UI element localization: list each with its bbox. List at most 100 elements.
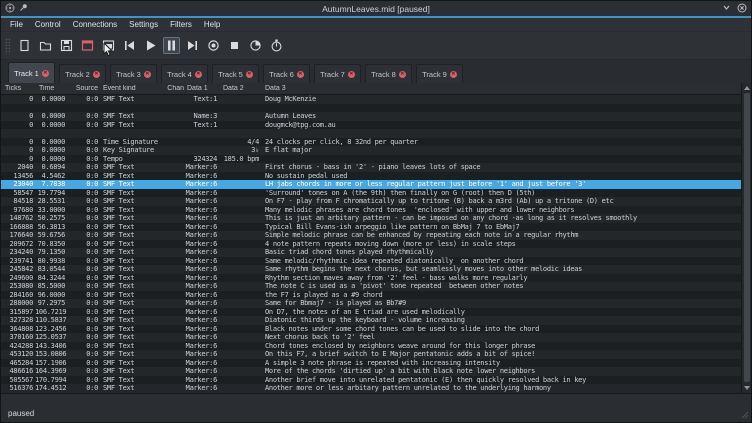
new-file-button[interactable] [16, 37, 33, 54]
tab-close-icon[interactable]: ✕ [195, 71, 202, 78]
menu-item-filters[interactable]: Filters [164, 20, 198, 29]
table-row[interactable]: 00.00000:0SMF TextText:1dougmck@tpg.com.… [1, 121, 751, 130]
table-row[interactable]: 28416096.00000:0SMF TextMarker:6the F7 i… [1, 291, 751, 300]
pin-icon[interactable] [19, 3, 28, 14]
play-button[interactable] [142, 37, 159, 54]
stop-button[interactable] [226, 37, 243, 54]
tab-track-6[interactable]: Track 6✕ [263, 64, 310, 83]
table-row[interactable]: 230407.78380:0SMF TextMarker:6LH jabs ch… [1, 180, 751, 189]
cell-time: 143.3406 [35, 342, 69, 351]
toolbar-drag-handle[interactable] [5, 38, 10, 54]
table-row[interactable]: 24584283.05440:0SMF TextMarker:6Same rhy… [1, 265, 751, 274]
table-row[interactable]: 9768033.00000:0SMF TextMarker:6Many melo… [1, 206, 751, 215]
table-row[interactable] [1, 104, 751, 113]
table-row[interactable]: 20967270.83500:0SMF TextMarker:64 note p… [1, 240, 751, 249]
table-row[interactable]: 00.00000:0SMF TextName:3Autumn Leaves [1, 112, 751, 121]
table-row[interactable]: 14876250.25750:0SMF TextMarker:6This is … [1, 214, 751, 223]
tab-track-8[interactable]: Track 8✕ [365, 64, 412, 83]
table-row[interactable]: 00.00000:0Tempo324324185.0 bpm [1, 155, 751, 164]
skip-forward-button[interactable] [184, 37, 201, 54]
tab-track-1[interactable]: Track 1✕ [8, 62, 55, 83]
menu-item-help[interactable]: Help [198, 20, 226, 29]
col-header-data3[interactable]: Data 3 [259, 85, 741, 92]
tab-track-9[interactable]: Track 9✕ [416, 64, 463, 83]
table-row[interactable]: 516376174.45120:0SMF TextMarker:6Another… [1, 384, 751, 393]
col-header-event-kind[interactable]: Event kind [98, 85, 164, 92]
tab-close-icon[interactable]: ✕ [246, 71, 253, 78]
table-row[interactable]: 315897106.72190:0SMF TextMarker:6On D7, … [1, 308, 751, 317]
tab-track-4[interactable]: Track 4✕ [161, 64, 208, 83]
table-row[interactable]: 23424079.13500:0SMF TextMarker:6Basic tr… [1, 248, 751, 257]
table-row[interactable]: 25308085.50000:0SMF TextMarker:6The note… [1, 282, 751, 291]
table-row[interactable]: 16688856.38130:0SMF TextMarker:6Typical … [1, 223, 751, 232]
table-row[interactable]: 20400.68940:0SMF TextMarker:6First choru… [1, 163, 751, 172]
table-row[interactable]: 23974180.99380:0SMF TextMarker:6Same mel… [1, 257, 751, 266]
menu-item-settings[interactable]: Settings [123, 20, 164, 29]
scrollbar-thumb[interactable] [744, 93, 750, 382]
menu-item-connections[interactable]: Connections [67, 20, 123, 29]
table-row[interactable]: 134564.54620:0SMF TextMarker:6No sustain… [1, 172, 751, 181]
tab-close-icon[interactable]: ✕ [297, 71, 304, 78]
player-window-button[interactable] [100, 37, 117, 54]
table-row[interactable]: 17664059.67560:0SMF TextMarker:6Simple m… [1, 231, 751, 240]
stop-icon [228, 39, 241, 52]
table-row[interactable] [1, 129, 751, 138]
table-row[interactable]: 424288143.34060:0SMF TextMarker:6Chord t… [1, 342, 751, 351]
window-title: AutumnLeaves.mid [paused] [125, 4, 627, 14]
stopwatch-button[interactable] [268, 37, 285, 54]
menu-item-control[interactable]: Control [29, 20, 67, 29]
tab-close-icon[interactable]: ✕ [93, 71, 100, 78]
tab-close-icon[interactable]: ✕ [450, 71, 457, 78]
cell-data3: Same rhythm begins the next chorus, but … [259, 265, 741, 274]
col-header-data1[interactable]: Data 1 [184, 85, 217, 92]
col-header-time[interactable]: Time [35, 85, 69, 92]
scroll-down-icon[interactable] [742, 384, 751, 393]
close-icon[interactable] [737, 3, 747, 15]
shade-icon[interactable] [722, 3, 731, 14]
tab-track-2[interactable]: Track 2✕ [59, 64, 106, 83]
table-row[interactable]: 364808123.24560:0SMF TextMarker:6Black n… [1, 325, 751, 334]
monitor-window-button[interactable] [79, 37, 96, 54]
title-bar[interactable]: AutumnLeaves.mid [paused] [1, 1, 751, 16]
open-file-button[interactable] [37, 37, 54, 54]
skip-backward-button[interactable] [121, 37, 138, 54]
col-header-data2[interactable]: Data 2 [217, 85, 259, 92]
table-row[interactable]: 00.00000:0SMF TextText:1Doug McKenzie [1, 95, 751, 104]
tab-close-icon[interactable]: ✕ [42, 70, 49, 77]
col-header-ticks[interactable]: Ticks [1, 85, 35, 92]
menu-item-file[interactable]: File [4, 20, 29, 29]
tab-track-7[interactable]: Track 7✕ [314, 64, 361, 83]
cell-data3: On this F7, a brief switch to E Major pe… [259, 350, 741, 359]
tab-close-icon[interactable]: ✕ [348, 71, 355, 78]
tab-close-icon[interactable]: ✕ [399, 71, 406, 78]
clock-button[interactable] [247, 37, 264, 54]
cell-data3: Same for Bbmaj7 - is played as Bb7#9 [259, 299, 741, 308]
vertical-scrollbar[interactable] [741, 83, 751, 393]
tab-track-5[interactable]: Track 5✕ [212, 64, 259, 83]
cell-ticks: 327328 [1, 316, 35, 325]
col-header-source[interactable]: Source [69, 85, 98, 92]
pause-button[interactable] [163, 37, 180, 54]
resize-grip[interactable] [741, 411, 749, 421]
record-button[interactable] [205, 37, 222, 54]
save-file-button[interactable] [58, 37, 75, 54]
cell-source: 0:0 [69, 299, 98, 308]
table-row[interactable]: 5854719.77940:0SMF TextMarker:6'Surround… [1, 189, 751, 198]
cell-time: 50.2575 [35, 214, 69, 223]
table-row[interactable]: 28800097.29750:0SMF TextMarker:6Same for… [1, 299, 751, 308]
table-row[interactable]: 24960084.32440:0SMF TextMarker:6Rhythm s… [1, 274, 751, 283]
table-row[interactable]: 00.00000:0Time Signature4/424 clocks per… [1, 138, 751, 147]
table-row[interactable]: 8451828.55310:0SMF TextMarker:6On F7 - p… [1, 197, 751, 206]
col-header-chan[interactable]: Chan [164, 85, 184, 92]
table-row[interactable]: 370160125.05370:0SMF TextMarker:6Next ch… [1, 333, 751, 342]
table-row[interactable]: 453120153.08060:0SMF TextMarker:6On this… [1, 350, 751, 359]
scroll-up-icon[interactable] [742, 83, 751, 92]
table-row[interactable]: 00.00000:0Key Signature3♭E flat major [1, 146, 751, 155]
tab-close-icon[interactable]: ✕ [144, 71, 151, 78]
table-row[interactable]: 465284157.19060:0SMF TextMarker:6A simpl… [1, 359, 751, 368]
tab-track-3[interactable]: Track 3✕ [110, 64, 157, 83]
table-row[interactable]: 486616164.39690:0SMF TextMarker:6More of… [1, 367, 751, 376]
table-row[interactable]: 505567170.79940:0SMF TextMarker:6Another… [1, 376, 751, 385]
cell-source: 0:0 [69, 214, 98, 223]
table-row[interactable]: 327328110.58370:0SMF TextMarker:6Diatoni… [1, 316, 751, 325]
